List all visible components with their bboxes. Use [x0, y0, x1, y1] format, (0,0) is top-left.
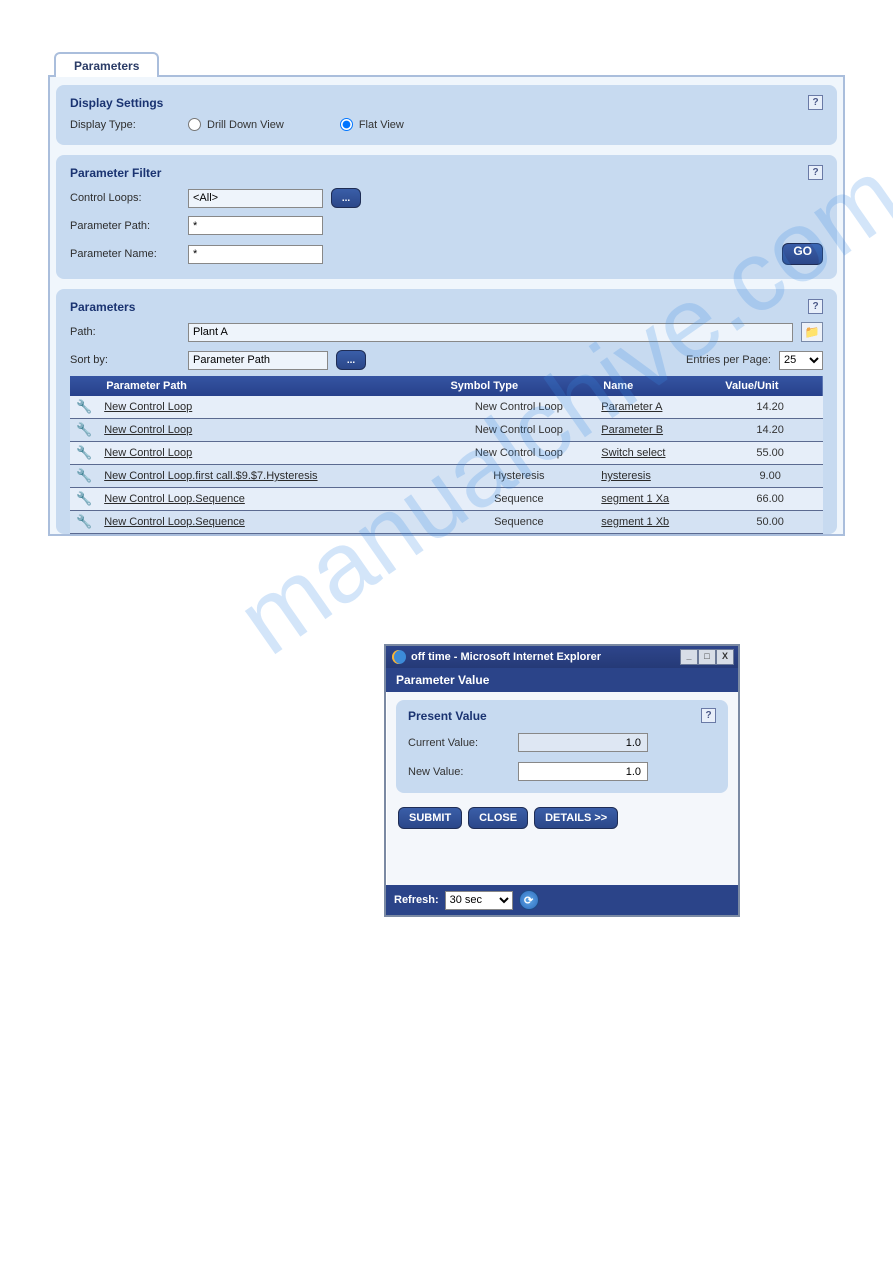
refresh-icon: ⟳	[524, 894, 533, 907]
dialog-window-title: off time - Microsoft Internet Explorer	[411, 651, 601, 663]
sort-by-label: Sort by:	[70, 354, 180, 366]
symbol-type-cell: Hysteresis	[442, 465, 595, 488]
symbol-type-cell: New Control Loop	[442, 396, 595, 419]
param-name-link[interactable]: segment 1 Xa	[601, 493, 669, 505]
refresh-label: Refresh:	[394, 894, 439, 906]
wrench-icon[interactable]: 🔧	[76, 468, 92, 483]
parameter-filter-title: Parameter Filter	[70, 166, 161, 180]
minimize-button[interactable]: _	[680, 649, 698, 665]
value-cell: 50.00	[717, 511, 823, 534]
close-button[interactable]: CLOSE	[468, 807, 528, 829]
value-cell: 55.00	[717, 442, 823, 465]
sort-by-input[interactable]	[188, 351, 328, 370]
maximize-button[interactable]: □	[698, 649, 716, 665]
path-label: Path:	[70, 326, 180, 338]
param-path-link[interactable]: New Control Loop.Sequence	[104, 493, 245, 505]
param-name-link[interactable]: Parameter A	[601, 401, 662, 413]
symbol-type-cell: New Control Loop	[442, 442, 595, 465]
col-parameter-path[interactable]: Parameter Path	[98, 376, 442, 396]
param-name-link[interactable]: Switch select	[601, 447, 665, 459]
radio-drill-down-label: Drill Down View	[207, 119, 284, 131]
new-value-label: New Value:	[408, 766, 518, 778]
radio-drill-down-input[interactable]	[188, 118, 201, 131]
radio-flat-view-input[interactable]	[340, 118, 353, 131]
radio-flat-view-label: Flat View	[359, 119, 404, 131]
parameter-path-label: Parameter Path:	[70, 220, 180, 232]
col-name[interactable]: Name	[595, 376, 717, 396]
current-value-field	[518, 733, 648, 752]
details-button[interactable]: DETAILS >>	[534, 807, 618, 829]
param-name-link[interactable]: Parameter B	[601, 424, 663, 436]
parameter-path-input[interactable]	[188, 216, 323, 235]
symbol-type-cell: Sequence	[442, 488, 595, 511]
table-row: 🔧 New Control Loop New Control Loop Switch …	[70, 442, 823, 465]
path-input[interactable]	[188, 323, 793, 342]
param-path-link[interactable]: New Control Loop	[104, 401, 192, 413]
symbol-type-cell: New Control Loop	[442, 419, 595, 442]
table-row: 🔧 New Control Loop.Sequence Sequence segmen…	[70, 488, 823, 511]
entries-per-page-select[interactable]: 25	[779, 351, 823, 370]
param-path-link[interactable]: New Control Loop.Sequence	[104, 516, 245, 528]
help-icon[interactable]: ?	[701, 708, 716, 723]
radio-drill-down[interactable]: Drill Down View	[188, 118, 284, 131]
table-row: 🔧 New Control Loop New Control Loop Paramet…	[70, 396, 823, 419]
table-row: 🔧 New Control Loop.first call.$9.$7.Hyste…	[70, 465, 823, 488]
wrench-icon[interactable]: 🔧	[76, 399, 92, 414]
help-icon[interactable]: ?	[808, 299, 823, 314]
new-value-field[interactable]	[518, 762, 648, 781]
parameter-name-label: Parameter Name:	[70, 248, 180, 260]
panel-parameter-filter: Parameter Filter ? Control Loops: ... Pa…	[56, 155, 837, 279]
param-path-link[interactable]: New Control Loop	[104, 424, 192, 436]
param-name-link[interactable]: segment 1 Xb	[601, 516, 669, 528]
wrench-icon[interactable]: 🔧	[76, 422, 92, 437]
table-row: 🔧 New Control Loop.Sequence Sequence segmen…	[70, 511, 823, 534]
close-window-button[interactable]: X	[716, 649, 734, 665]
display-settings-title: Display Settings	[70, 96, 163, 110]
wrench-icon[interactable]: 🔧	[76, 445, 92, 460]
folder-up-icon: 📁	[805, 325, 820, 339]
parameter-value-dialog: off time - Microsoft Internet Explorer _…	[384, 644, 740, 917]
control-loops-label: Control Loops:	[70, 192, 180, 204]
radio-flat-view[interactable]: Flat View	[340, 118, 404, 131]
symbol-type-cell: Sequence	[442, 511, 595, 534]
folder-up-button[interactable]: 📁	[801, 322, 823, 342]
col-symbol-type[interactable]: Symbol Type	[442, 376, 595, 396]
browse-sort-button[interactable]: ...	[336, 350, 366, 370]
tab-parameters[interactable]: Parameters	[54, 52, 159, 77]
param-path-link[interactable]: New Control Loop	[104, 447, 192, 459]
go-button[interactable]: GO	[782, 243, 823, 265]
param-path-link[interactable]: New Control Loop.first call.$9.$7.Hyster…	[104, 470, 317, 482]
panel-display-settings: Display Settings ? Display Type: Drill D…	[56, 85, 837, 145]
submit-button[interactable]: SUBMIT	[398, 807, 462, 829]
wrench-icon[interactable]: 🔧	[76, 491, 92, 506]
parameters-table: Parameter Path Symbol Type Name Value/Un…	[70, 376, 823, 534]
current-value-label: Current Value:	[408, 737, 518, 749]
parameter-name-input[interactable]	[188, 245, 323, 264]
parameters-title: Parameters	[70, 300, 135, 314]
value-cell: 9.00	[717, 465, 823, 488]
refresh-select[interactable]: 30 sec	[445, 891, 513, 910]
refresh-button[interactable]: ⟳	[519, 890, 539, 910]
help-icon[interactable]: ?	[808, 165, 823, 180]
param-name-link[interactable]: hysteresis	[601, 470, 651, 482]
value-cell: 14.20	[717, 419, 823, 442]
dialog-subhead: Parameter Value	[386, 668, 738, 692]
value-cell: 14.20	[717, 396, 823, 419]
display-type-label: Display Type:	[70, 119, 180, 131]
table-row: 🔧 New Control Loop New Control Loop Paramet…	[70, 419, 823, 442]
present-value-title: Present Value	[408, 709, 487, 723]
value-cell: 66.00	[717, 488, 823, 511]
ie-icon	[392, 650, 406, 664]
panel-parameters: Parameters ? Path: 📁 Sort by: ... Entrie…	[56, 289, 837, 534]
control-loops-input[interactable]	[188, 189, 323, 208]
entries-per-page-label: Entries per Page:	[686, 354, 771, 366]
help-icon[interactable]: ?	[808, 95, 823, 110]
wrench-icon[interactable]: 🔧	[76, 514, 92, 529]
browse-control-loops-button[interactable]: ...	[331, 188, 361, 208]
col-value-unit[interactable]: Value/Unit	[717, 376, 823, 396]
